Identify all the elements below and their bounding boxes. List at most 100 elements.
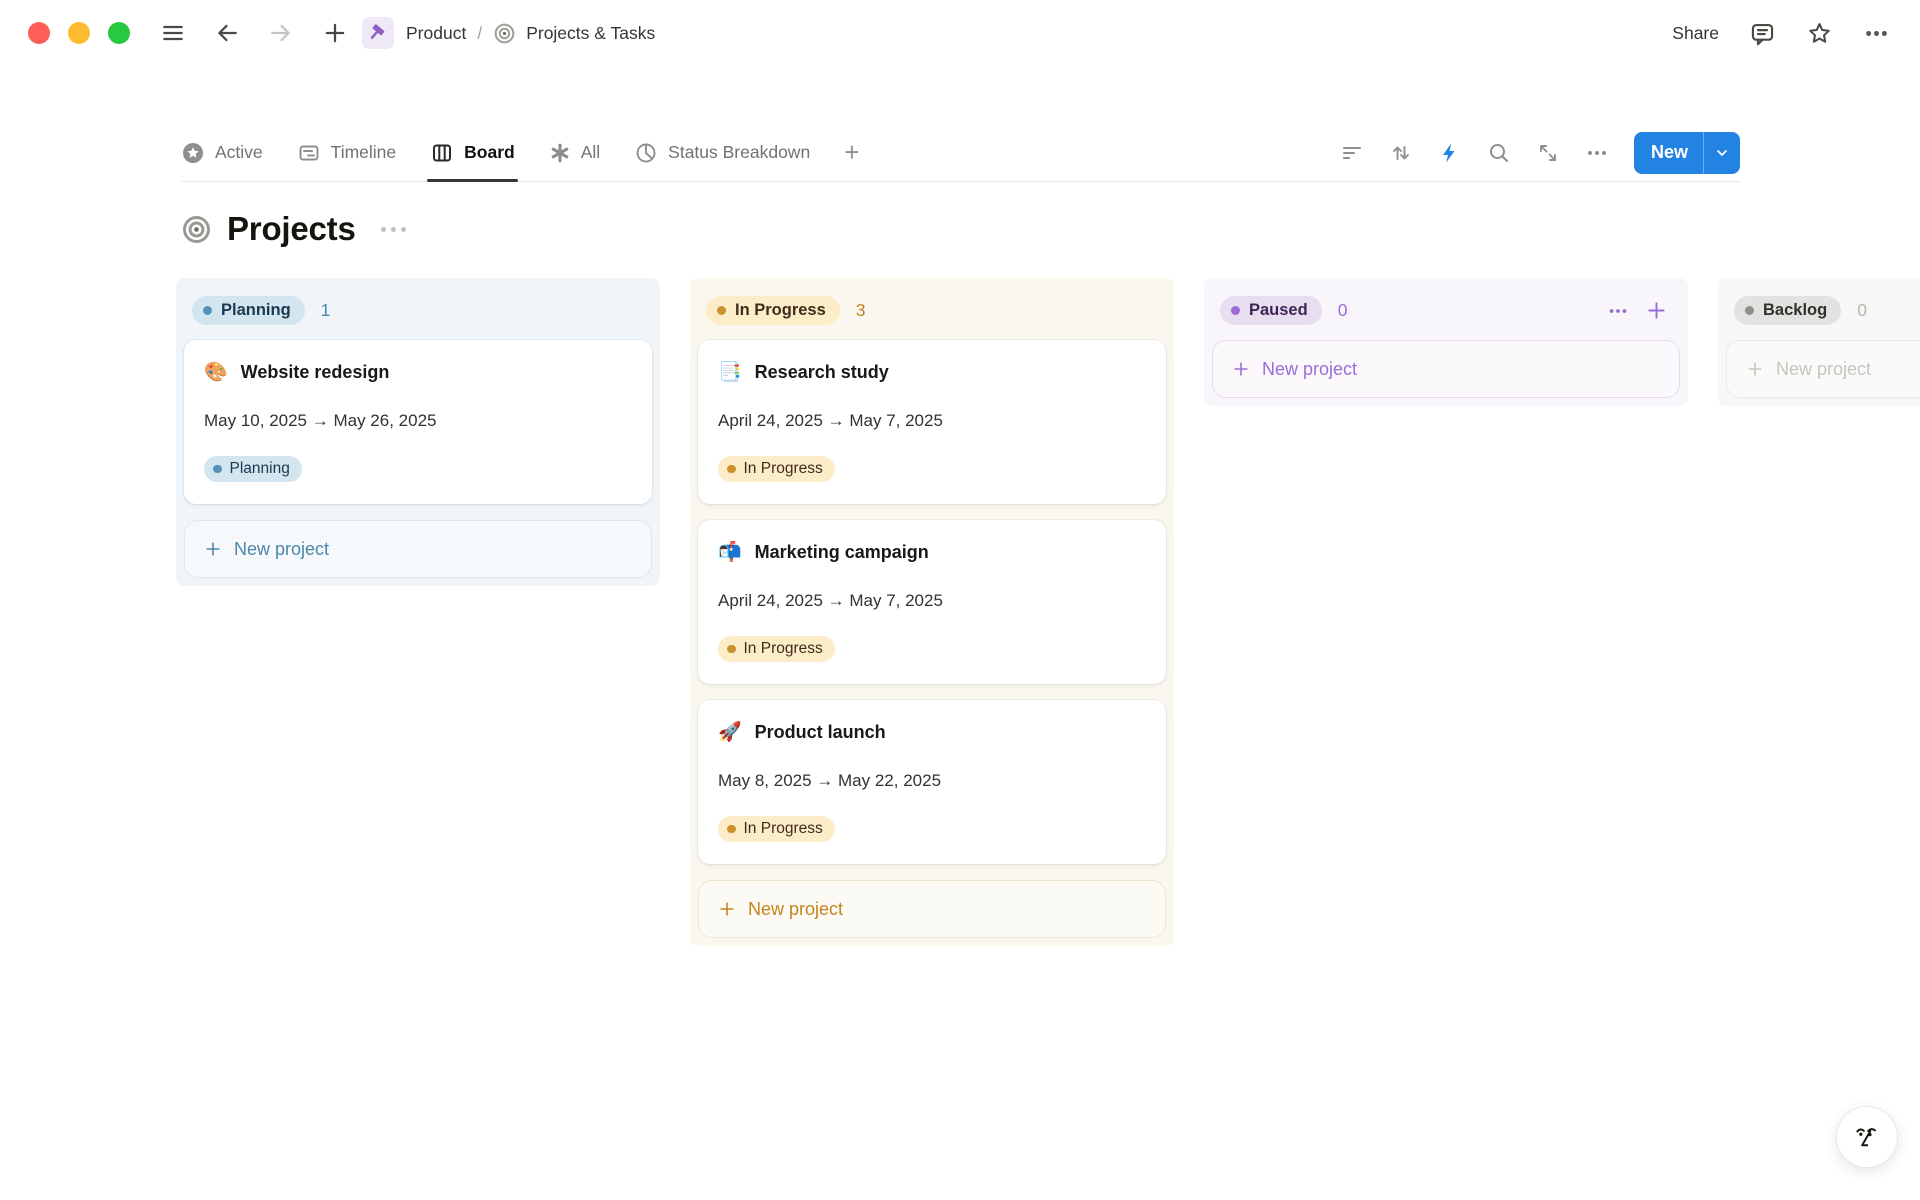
board-column-planning: Planning 1 🎨 Website redesign May 10, 20… <box>176 278 660 586</box>
card-date-range: April 24, 2025 → May 7, 2025 <box>718 411 1146 431</box>
new-project-button[interactable]: New project <box>1212 340 1680 398</box>
palette-emoji-icon: 🎨 <box>204 363 228 382</box>
window-titlebar: Product / Projects & Tasks Share <box>0 0 1920 66</box>
board-column-in-progress: In Progress 3 📑 Research study April 24,… <box>690 278 1174 946</box>
project-card[interactable]: 📬 Marketing campaign April 24, 2025 → Ma… <box>698 520 1166 684</box>
tab-timeline[interactable]: Timeline <box>297 124 396 181</box>
tab-active[interactable]: Active <box>181 124 263 181</box>
column-count: 1 <box>321 300 331 321</box>
forward-arrow-icon[interactable] <box>268 20 294 46</box>
minimize-window-button[interactable] <box>68 22 90 44</box>
automations-lightning-icon[interactable] <box>1438 141 1462 165</box>
card-title: Marketing campaign <box>755 542 929 563</box>
board-view: Planning 1 🎨 Website redesign May 10, 20… <box>0 278 1920 946</box>
plus-icon <box>1745 359 1765 379</box>
chevron-down-icon[interactable] <box>1704 132 1740 174</box>
card-title: Product launch <box>755 722 886 743</box>
column-header: Planning 1 <box>184 286 652 340</box>
filter-icon[interactable] <box>1340 141 1364 165</box>
card-title: Website redesign <box>241 362 390 383</box>
page-header: Projects <box>181 210 1920 248</box>
column-add-icon[interactable] <box>1645 299 1668 322</box>
status-badge: In Progress <box>718 816 835 842</box>
column-count: 0 <box>1338 300 1348 321</box>
board-column-paused: Paused 0 New project <box>1204 278 1688 406</box>
timeline-icon <box>297 141 321 165</box>
tab-all[interactable]: All <box>549 124 600 181</box>
workspace-hammer-icon[interactable] <box>362 17 394 49</box>
bookmark-tabs-emoji-icon: 📑 <box>718 363 742 382</box>
status-dot-icon <box>727 825 736 834</box>
close-window-button[interactable] <box>28 22 50 44</box>
target-icon <box>181 214 212 245</box>
rocket-emoji-icon: 🚀 <box>718 723 742 742</box>
mailbox-emoji-icon: 📬 <box>718 543 742 562</box>
page-title-options-icon[interactable] <box>381 227 406 232</box>
status-dot-icon <box>717 306 726 315</box>
card-date-range: May 8, 2025 → May 22, 2025 <box>718 771 1146 791</box>
column-header: Backlog 0 <box>1726 286 1920 340</box>
new-project-button[interactable]: New project <box>184 520 652 578</box>
status-badge[interactable]: Backlog <box>1734 296 1841 325</box>
new-page-plus-icon[interactable] <box>322 20 348 46</box>
new-project-button[interactable]: New project <box>698 880 1166 938</box>
status-dot-icon <box>213 465 222 474</box>
column-count: 0 <box>1857 300 1867 321</box>
new-button-label[interactable]: New <box>1634 132 1703 174</box>
column-header: In Progress 3 <box>698 286 1166 340</box>
back-arrow-icon[interactable] <box>214 20 240 46</box>
card-date-range: April 24, 2025 → May 7, 2025 <box>718 591 1146 611</box>
status-badge: In Progress <box>718 636 835 662</box>
notion-ai-face-icon <box>1851 1121 1883 1153</box>
add-view-button[interactable]: + <box>844 137 859 168</box>
column-header: Paused 0 <box>1212 286 1680 340</box>
plus-icon <box>203 539 223 559</box>
plus-icon <box>717 899 737 919</box>
status-dot-icon <box>203 306 212 315</box>
project-card[interactable]: 🎨 Website redesign May 10, 2025 → May 26… <box>184 340 652 504</box>
status-badge[interactable]: Planning <box>192 296 305 325</box>
view-options-icon[interactable] <box>1585 141 1609 165</box>
status-dot-icon <box>1231 306 1240 315</box>
sidebar-menu-icon[interactable] <box>160 20 186 46</box>
tab-status-breakdown[interactable]: Status Breakdown <box>634 124 810 181</box>
view-tab-bar: Active Timeline Board All Status Breakdo… <box>181 124 1740 182</box>
target-icon <box>493 22 516 45</box>
status-dot-icon <box>1745 306 1754 315</box>
notion-ai-button[interactable] <box>1836 1106 1898 1168</box>
asterisk-icon <box>549 142 571 164</box>
expand-icon[interactable] <box>1536 141 1560 165</box>
search-icon[interactable] <box>1487 141 1511 165</box>
status-badge[interactable]: In Progress <box>706 296 840 325</box>
comments-icon[interactable] <box>1749 20 1776 47</box>
more-options-icon[interactable] <box>1863 20 1890 47</box>
board-icon <box>430 141 454 165</box>
window-controls <box>28 22 130 44</box>
new-button[interactable]: New <box>1634 132 1740 174</box>
breadcrumb: Product / Projects & Tasks <box>406 22 655 45</box>
project-card[interactable]: 📑 Research study April 24, 2025 → May 7,… <box>698 340 1166 504</box>
breadcrumb-workspace[interactable]: Product <box>406 23 466 44</box>
status-dot-icon <box>727 645 736 654</box>
project-card[interactable]: 🚀 Product launch May 8, 2025 → May 22, 2… <box>698 700 1166 864</box>
new-project-button[interactable]: New project <box>1726 340 1920 398</box>
breadcrumb-separator: / <box>477 23 482 44</box>
card-title: Research study <box>755 362 889 383</box>
status-badge: In Progress <box>718 456 835 482</box>
status-badge: Planning <box>204 456 302 482</box>
breadcrumb-page[interactable]: Projects & Tasks <box>493 22 655 45</box>
page-title[interactable]: Projects <box>227 210 356 248</box>
column-count: 3 <box>856 300 866 321</box>
status-dot-icon <box>727 465 736 474</box>
favorite-star-icon[interactable] <box>1806 20 1833 47</box>
plus-icon <box>1231 359 1251 379</box>
pie-chart-icon <box>634 141 658 165</box>
column-more-icon[interactable] <box>1607 300 1629 322</box>
zoom-window-button[interactable] <box>108 22 130 44</box>
share-button[interactable]: Share <box>1672 23 1719 44</box>
board-column-backlog: Backlog 0 New project <box>1718 278 1920 406</box>
status-badge[interactable]: Paused <box>1220 296 1322 325</box>
sort-icon[interactable] <box>1389 141 1413 165</box>
tab-board[interactable]: Board <box>430 124 515 181</box>
star-circle-icon <box>181 141 205 165</box>
